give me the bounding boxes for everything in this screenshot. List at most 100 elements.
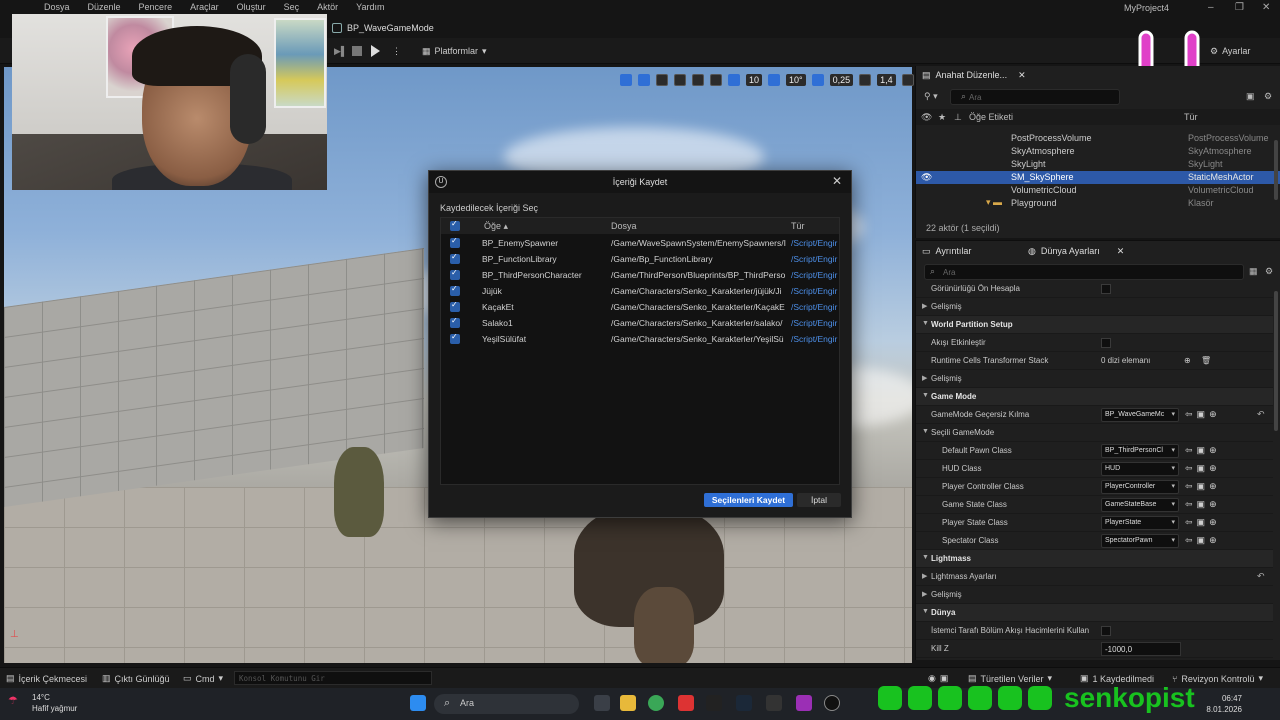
outliner-search-input[interactable]: Ara bbox=[950, 89, 1120, 105]
close-tab-icon[interactable]: ✕ bbox=[1117, 246, 1125, 257]
maximize-icon[interactable]: ❐ bbox=[1235, 2, 1244, 13]
expand-arrow-icon[interactable]: ▶ bbox=[922, 572, 927, 580]
player-state-dropdown[interactable]: PlayerState bbox=[1101, 516, 1179, 530]
collapse-arrow-icon[interactable]: ▼ bbox=[922, 320, 929, 327]
outliner-row[interactable]: SkyLight SkyLight bbox=[916, 158, 1280, 171]
browse-back-icon[interactable]: ⇦ bbox=[1185, 481, 1193, 492]
prop-checkbox[interactable] bbox=[1101, 626, 1111, 636]
platforms-button[interactable]: ▦ Platformlar ▾ bbox=[422, 43, 487, 59]
content-row[interactable]: BP_ThirdPersonCharacter /Game/ThirdPerso… bbox=[441, 267, 839, 283]
browse-back-icon[interactable]: ⇦ bbox=[1185, 445, 1193, 456]
play-options-button[interactable]: ⋮ bbox=[392, 43, 401, 59]
steam-icon[interactable] bbox=[736, 695, 752, 711]
browse-icon[interactable]: ▣ bbox=[1197, 445, 1206, 456]
add-icon[interactable]: ⊕ bbox=[1209, 517, 1217, 528]
col-item[interactable]: Öğe ▴ bbox=[484, 221, 508, 232]
pin-icon[interactable]: ⊥ bbox=[954, 112, 962, 123]
unreal-engine-icon[interactable] bbox=[824, 695, 840, 711]
section-world-partition[interactable]: ▼ World Partition Setup bbox=[916, 316, 1273, 334]
favorite-icon[interactable]: ★ bbox=[938, 112, 946, 123]
browse-icon[interactable]: ▣ bbox=[1197, 409, 1206, 420]
row-type-link[interactable]: /Script/Engir bbox=[791, 286, 839, 296]
close-tab-icon[interactable]: ✕ bbox=[1018, 70, 1026, 81]
browse-back-icon[interactable]: ⇦ bbox=[1185, 499, 1193, 510]
expand-arrow-icon[interactable]: ▶ bbox=[922, 374, 927, 382]
content-row[interactable]: YeşilSülüfat /Game/Characters/Senko_Kara… bbox=[441, 331, 839, 347]
collapse-arrow-icon[interactable]: ▼ bbox=[922, 554, 929, 561]
github-icon[interactable] bbox=[706, 695, 722, 711]
content-row[interactable]: BP_EnemySpawner /Game/WaveSpawnSystem/En… bbox=[441, 235, 839, 251]
cancel-button[interactable]: İptal bbox=[797, 493, 841, 507]
section-world[interactable]: ▼ Dünya bbox=[916, 604, 1273, 622]
row-checkbox[interactable] bbox=[450, 284, 460, 296]
browse-icon[interactable]: ▣ bbox=[1197, 535, 1206, 546]
play-pause-button[interactable]: ▶▌ bbox=[334, 43, 347, 59]
settings-icon[interactable]: ⚙ bbox=[1265, 266, 1273, 277]
expand-arrow-icon[interactable]: ▶ bbox=[922, 590, 927, 598]
add-icon[interactable]: ⊕ bbox=[1209, 481, 1217, 492]
details-scrollbar[interactable] bbox=[1274, 291, 1278, 431]
browse-back-icon[interactable]: ⇦ bbox=[1185, 517, 1193, 528]
add-icon[interactable]: ⊕ bbox=[1209, 409, 1217, 420]
visibility-icon[interactable]: 👁 bbox=[921, 172, 932, 183]
tab-bp-wavegamemode[interactable]: BP_WaveGameMode bbox=[332, 19, 434, 37]
row-checkbox[interactable] bbox=[450, 300, 460, 312]
col-type[interactable]: Tür bbox=[1184, 112, 1198, 122]
hud-class-dropdown[interactable]: HUD bbox=[1101, 462, 1179, 476]
visibility-icon[interactable]: 👁 bbox=[921, 112, 932, 123]
prop-row-advanced[interactable]: ▶ Gelişmiş bbox=[916, 298, 1273, 316]
player-controller-dropdown[interactable]: PlayerController bbox=[1101, 480, 1179, 494]
console-input[interactable]: Konsol Komutunu Gir bbox=[234, 671, 432, 685]
row-type-link[interactable]: /Script/Engir bbox=[791, 270, 839, 280]
stop-button[interactable] bbox=[352, 43, 362, 59]
collapse-arrow-icon[interactable]: ▼ bbox=[922, 608, 929, 615]
epic-games-icon[interactable] bbox=[766, 695, 782, 711]
outliner-row-selected[interactable]: 👁 SM_SkySphere StaticMeshActor bbox=[916, 171, 1280, 184]
cmd-dropdown[interactable]: ▭ Cmd ▾ bbox=[183, 673, 223, 684]
browse-icon[interactable]: ▣ bbox=[1197, 499, 1206, 510]
row-type-link[interactable]: /Script/Engir bbox=[791, 238, 839, 248]
content-drawer-button[interactable]: ▤ İçerik Çekmecesi bbox=[6, 673, 87, 684]
rotate-icon[interactable] bbox=[656, 74, 668, 86]
row-type-link[interactable]: /Script/Engir bbox=[791, 318, 839, 328]
row-checkbox[interactable] bbox=[450, 332, 460, 344]
spectator-class-dropdown[interactable]: SpectatorPawn bbox=[1101, 534, 1179, 548]
content-row[interactable]: BP_FunctionLibrary /Game/Bp_FunctionLibr… bbox=[441, 251, 839, 267]
default-pawn-dropdown[interactable]: BP_ThirdPersonCl bbox=[1101, 444, 1179, 458]
add-icon[interactable]: ⊕ bbox=[1209, 499, 1217, 510]
recorder-icon[interactable] bbox=[678, 695, 694, 711]
folder-icon[interactable]: ▣ bbox=[1246, 91, 1255, 102]
tab-outliner[interactable]: ▤ Anahat Düzenle... ✕ bbox=[922, 66, 1026, 84]
minimize-icon[interactable]: – bbox=[1208, 2, 1214, 13]
outliner-row[interactable]: SkyAtmosphere SkyAtmosphere bbox=[916, 145, 1280, 158]
character-mesh[interactable] bbox=[334, 447, 384, 537]
browse-icon[interactable]: ▣ bbox=[1197, 481, 1206, 492]
file-explorer-icon[interactable] bbox=[620, 695, 636, 711]
translate-icon[interactable] bbox=[638, 74, 650, 86]
col-item-label[interactable]: Öğe Etiketi bbox=[969, 112, 1013, 122]
close-window-icon[interactable]: ✕ bbox=[1262, 2, 1270, 13]
browse-icon[interactable]: ▣ bbox=[1197, 463, 1206, 474]
row-checkbox[interactable] bbox=[450, 252, 460, 264]
col-type[interactable]: Tür bbox=[791, 221, 805, 231]
row-checkbox[interactable] bbox=[450, 316, 460, 328]
windows-start-icon[interactable] bbox=[410, 695, 426, 711]
camera-speed-icon[interactable] bbox=[859, 74, 872, 86]
reset-icon[interactable]: ↶ bbox=[1257, 571, 1265, 582]
browse-back-icon[interactable]: ⇦ bbox=[1185, 409, 1193, 420]
chrome-icon[interactable] bbox=[648, 695, 664, 711]
outliner-row[interactable]: PostProcessVolume PostProcessVolume bbox=[916, 132, 1280, 145]
prop-row-group[interactable]: ▼ Seçili GameMode bbox=[916, 424, 1273, 442]
weather-widget[interactable]: ☂ 14°C Hafif yağmur bbox=[8, 692, 77, 714]
trash-icon[interactable]: 🗑 bbox=[1201, 356, 1211, 365]
details-search-input[interactable]: Ara bbox=[924, 264, 1244, 280]
grid-snap-icon[interactable] bbox=[728, 74, 740, 86]
row-type-link[interactable]: /Script/Engir bbox=[791, 302, 839, 312]
save-selected-button[interactable]: Seçilenleri Kaydet bbox=[704, 493, 793, 507]
add-icon[interactable]: ⊕ bbox=[1209, 535, 1217, 546]
col-file[interactable]: Dosya bbox=[611, 221, 637, 231]
prop-checkbox[interactable] bbox=[1101, 338, 1111, 348]
surface-snap-icon[interactable] bbox=[710, 74, 722, 86]
outliner-folder-row[interactable]: ▾ ▬ Playground Klasör bbox=[916, 197, 1280, 210]
grid-snap-value[interactable]: 10 bbox=[746, 74, 763, 86]
